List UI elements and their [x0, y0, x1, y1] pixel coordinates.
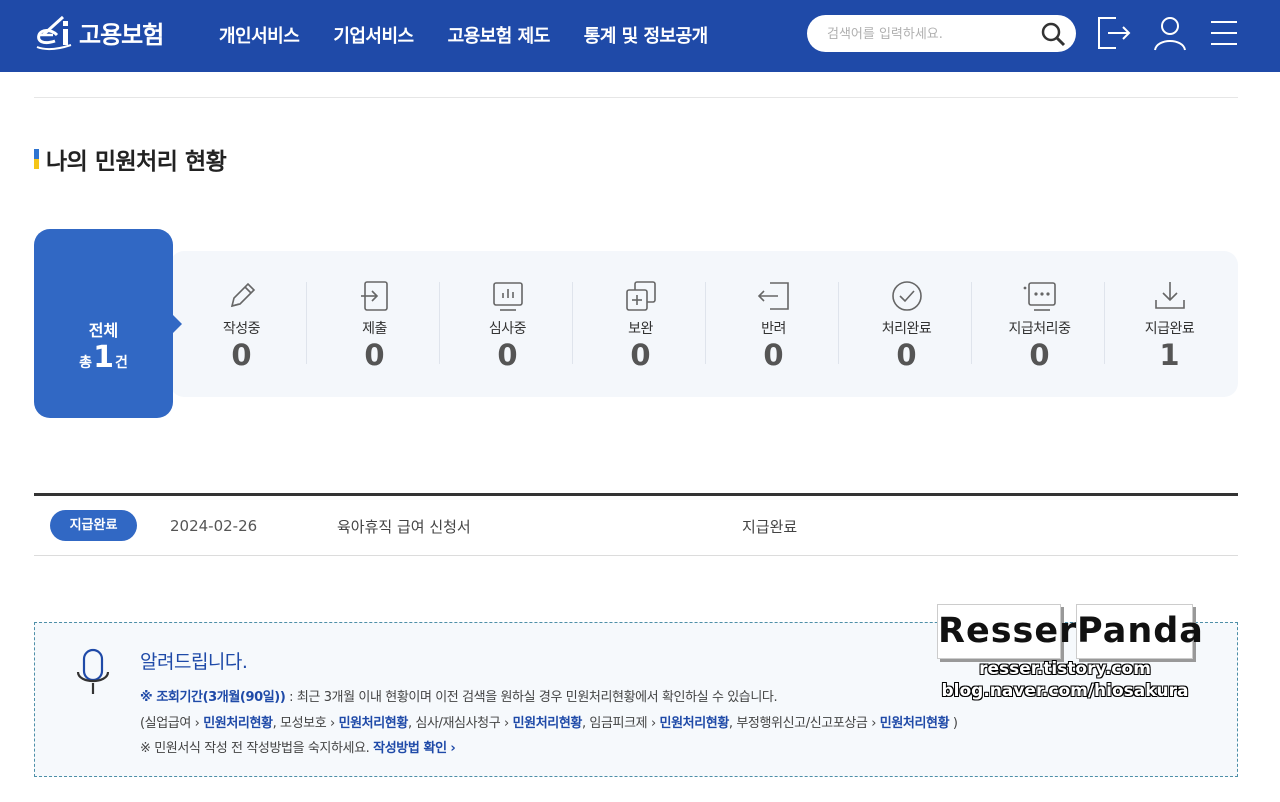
nav-insurance-system[interactable]: 고용보험 제도 — [448, 22, 551, 48]
status-label: 심사중 — [488, 321, 527, 337]
notice-title: 알려드립니다. — [140, 651, 248, 673]
status-label: 작성중 — [222, 321, 261, 337]
notice-item: , 임금피크제 — [581, 716, 651, 731]
watermark-url: blog.naver.com/hiosakura — [941, 681, 1189, 701]
status-submitted[interactable]: 제출 0 — [308, 278, 441, 378]
menu-icon[interactable] — [1206, 14, 1242, 52]
status-payment-processing[interactable]: 지급처리중 0 — [973, 278, 1106, 378]
nav-statistics[interactable]: 통계 및 정보공개 — [584, 22, 708, 48]
status-count: 0 — [896, 338, 917, 372]
search-input[interactable] — [827, 23, 1027, 45]
chevron-right-icon: › — [871, 716, 877, 731]
close-paren: ) — [949, 716, 958, 731]
status-reviewing[interactable]: 심사중 0 — [441, 278, 574, 378]
open-paren: (실업급여 — [140, 716, 195, 731]
chevron-right-icon: › — [194, 716, 200, 731]
search-box — [807, 15, 1076, 52]
status-paid[interactable]: 지급완료 1 — [1103, 278, 1236, 378]
top-divider — [34, 97, 1238, 98]
status-writing[interactable]: 작성중 0 — [175, 278, 308, 378]
total-prefix: 총 — [79, 355, 93, 371]
section-heading: 나의 민원처리 현황 — [34, 142, 227, 176]
method-link[interactable]: 작성방법 확인 — [373, 741, 447, 756]
link-civil-status[interactable]: 민원처리현황 — [660, 716, 730, 731]
page-title: 나의 민원처리 현황 — [46, 149, 227, 175]
status-label: 처리완료 — [881, 321, 932, 337]
status-completed[interactable]: 처리완료 0 — [840, 278, 973, 378]
table-row[interactable]: 지급완료 2024-02-26 육아휴직 급여 신청서 지급완료 — [34, 496, 1238, 556]
period-label: ※ 조회기간(3개월(90일)) — [140, 690, 286, 705]
status-label: 반려 — [761, 321, 786, 337]
status-count: 0 — [497, 338, 518, 372]
site-header: 고용보험 개인서비스 기업서비스 고용보험 제도 통계 및 정보공개 — [0, 0, 1280, 72]
status-count: 0 — [364, 338, 385, 372]
status-divider — [306, 282, 307, 364]
check-circle-icon — [891, 281, 922, 311]
supplement-icon — [625, 281, 656, 311]
status-label: 보완 — [628, 321, 653, 337]
notice-links-line: (실업급여 › 민원처리현황, 모성보호 › 민원처리현황, 심사/재심사청구 … — [140, 712, 958, 731]
submit-icon — [360, 281, 388, 311]
ei-logo-icon — [36, 15, 72, 51]
search-icon[interactable] — [1040, 21, 1066, 47]
chevron-right-icon: › — [450, 741, 456, 756]
period-text: : 최근 3개월 이내 현황이며 이전 검색을 원하실 경우 민원처리현황에서 … — [285, 690, 778, 705]
review-icon — [492, 282, 523, 311]
chevron-right-icon: › — [504, 716, 509, 731]
user-icon[interactable] — [1152, 14, 1188, 52]
download-icon — [1154, 282, 1185, 309]
status-badge: 지급완료 — [50, 510, 137, 541]
link-civil-status[interactable]: 민원처리현황 — [880, 716, 950, 731]
title-accent-bar — [34, 149, 39, 169]
link-civil-status[interactable]: 민원처리현황 — [203, 716, 273, 731]
status-count: 0 — [231, 338, 252, 372]
nav-personal-services[interactable]: 개인서비스 — [219, 22, 300, 48]
total-label: 전체 — [88, 321, 119, 340]
status-label: 지급처리중 — [1008, 321, 1071, 337]
watermark-word: Resser — [937, 604, 1076, 659]
notice-item: , 모성보호 — [272, 716, 331, 731]
status-label: 제출 — [362, 321, 387, 337]
watermark-url: resser.tistory.com — [979, 659, 1151, 679]
total-count: 총1건 — [34, 340, 173, 375]
status-divider — [572, 282, 573, 364]
status-count: 0 — [763, 338, 784, 372]
total-card[interactable]: 전체 총1건 — [34, 229, 182, 418]
total-suffix: 건 — [114, 355, 128, 371]
status-count: 0 — [630, 338, 651, 372]
pencil-icon — [230, 282, 255, 308]
microphone-icon — [76, 648, 110, 694]
status-divider — [705, 282, 706, 364]
logo-text: 고용보험 — [79, 20, 164, 49]
status-divider — [971, 282, 972, 364]
site-logo[interactable]: 고용보험 — [33, 10, 164, 54]
status-label: 지급완료 — [1144, 321, 1195, 337]
payment-processing-icon — [1023, 282, 1056, 311]
notice-period-line: ※ 조회기간(3개월(90일)) : 최근 3개월 이내 현황이며 이전 검색을… — [140, 686, 778, 705]
status-count: 0 — [1029, 338, 1050, 372]
total-number: 1 — [93, 340, 114, 375]
row-status: 지급완료 — [742, 518, 798, 536]
status-count: 1 — [1159, 338, 1180, 372]
logout-icon[interactable] — [1096, 14, 1132, 52]
nav-business-services[interactable]: 기업서비스 — [333, 22, 414, 48]
return-icon — [757, 282, 789, 310]
status-supplement[interactable]: 보완 0 — [574, 278, 707, 378]
status-divider — [439, 282, 440, 364]
notice-item: , 심사/재심사청구 — [407, 716, 505, 731]
status-divider — [838, 282, 839, 364]
link-civil-status[interactable]: 민원처리현황 — [513, 716, 583, 731]
chevron-right-icon: › — [330, 716, 335, 731]
main-nav: 개인서비스 기업서비스 고용보험 제도 통계 및 정보공개 — [219, 22, 742, 48]
status-returned[interactable]: 반려 0 — [707, 278, 840, 378]
watermark-word: Panda — [1076, 604, 1203, 659]
chevron-right-icon: › — [650, 716, 656, 731]
row-title[interactable]: 육아휴직 급여 신청서 — [337, 516, 471, 537]
row-date: 2024-02-26 — [170, 517, 258, 535]
link-civil-status[interactable]: 민원처리현황 — [339, 716, 409, 731]
notice-item: , 부정행위신고/신고포상금 — [728, 716, 872, 731]
notice-method-line: ※ 민원서식 작성 전 작성방법을 숙지하세요. 작성방법 확인 › — [140, 737, 456, 756]
method-text: ※ 민원서식 작성 전 작성방법을 숙지하세요. — [140, 741, 374, 756]
